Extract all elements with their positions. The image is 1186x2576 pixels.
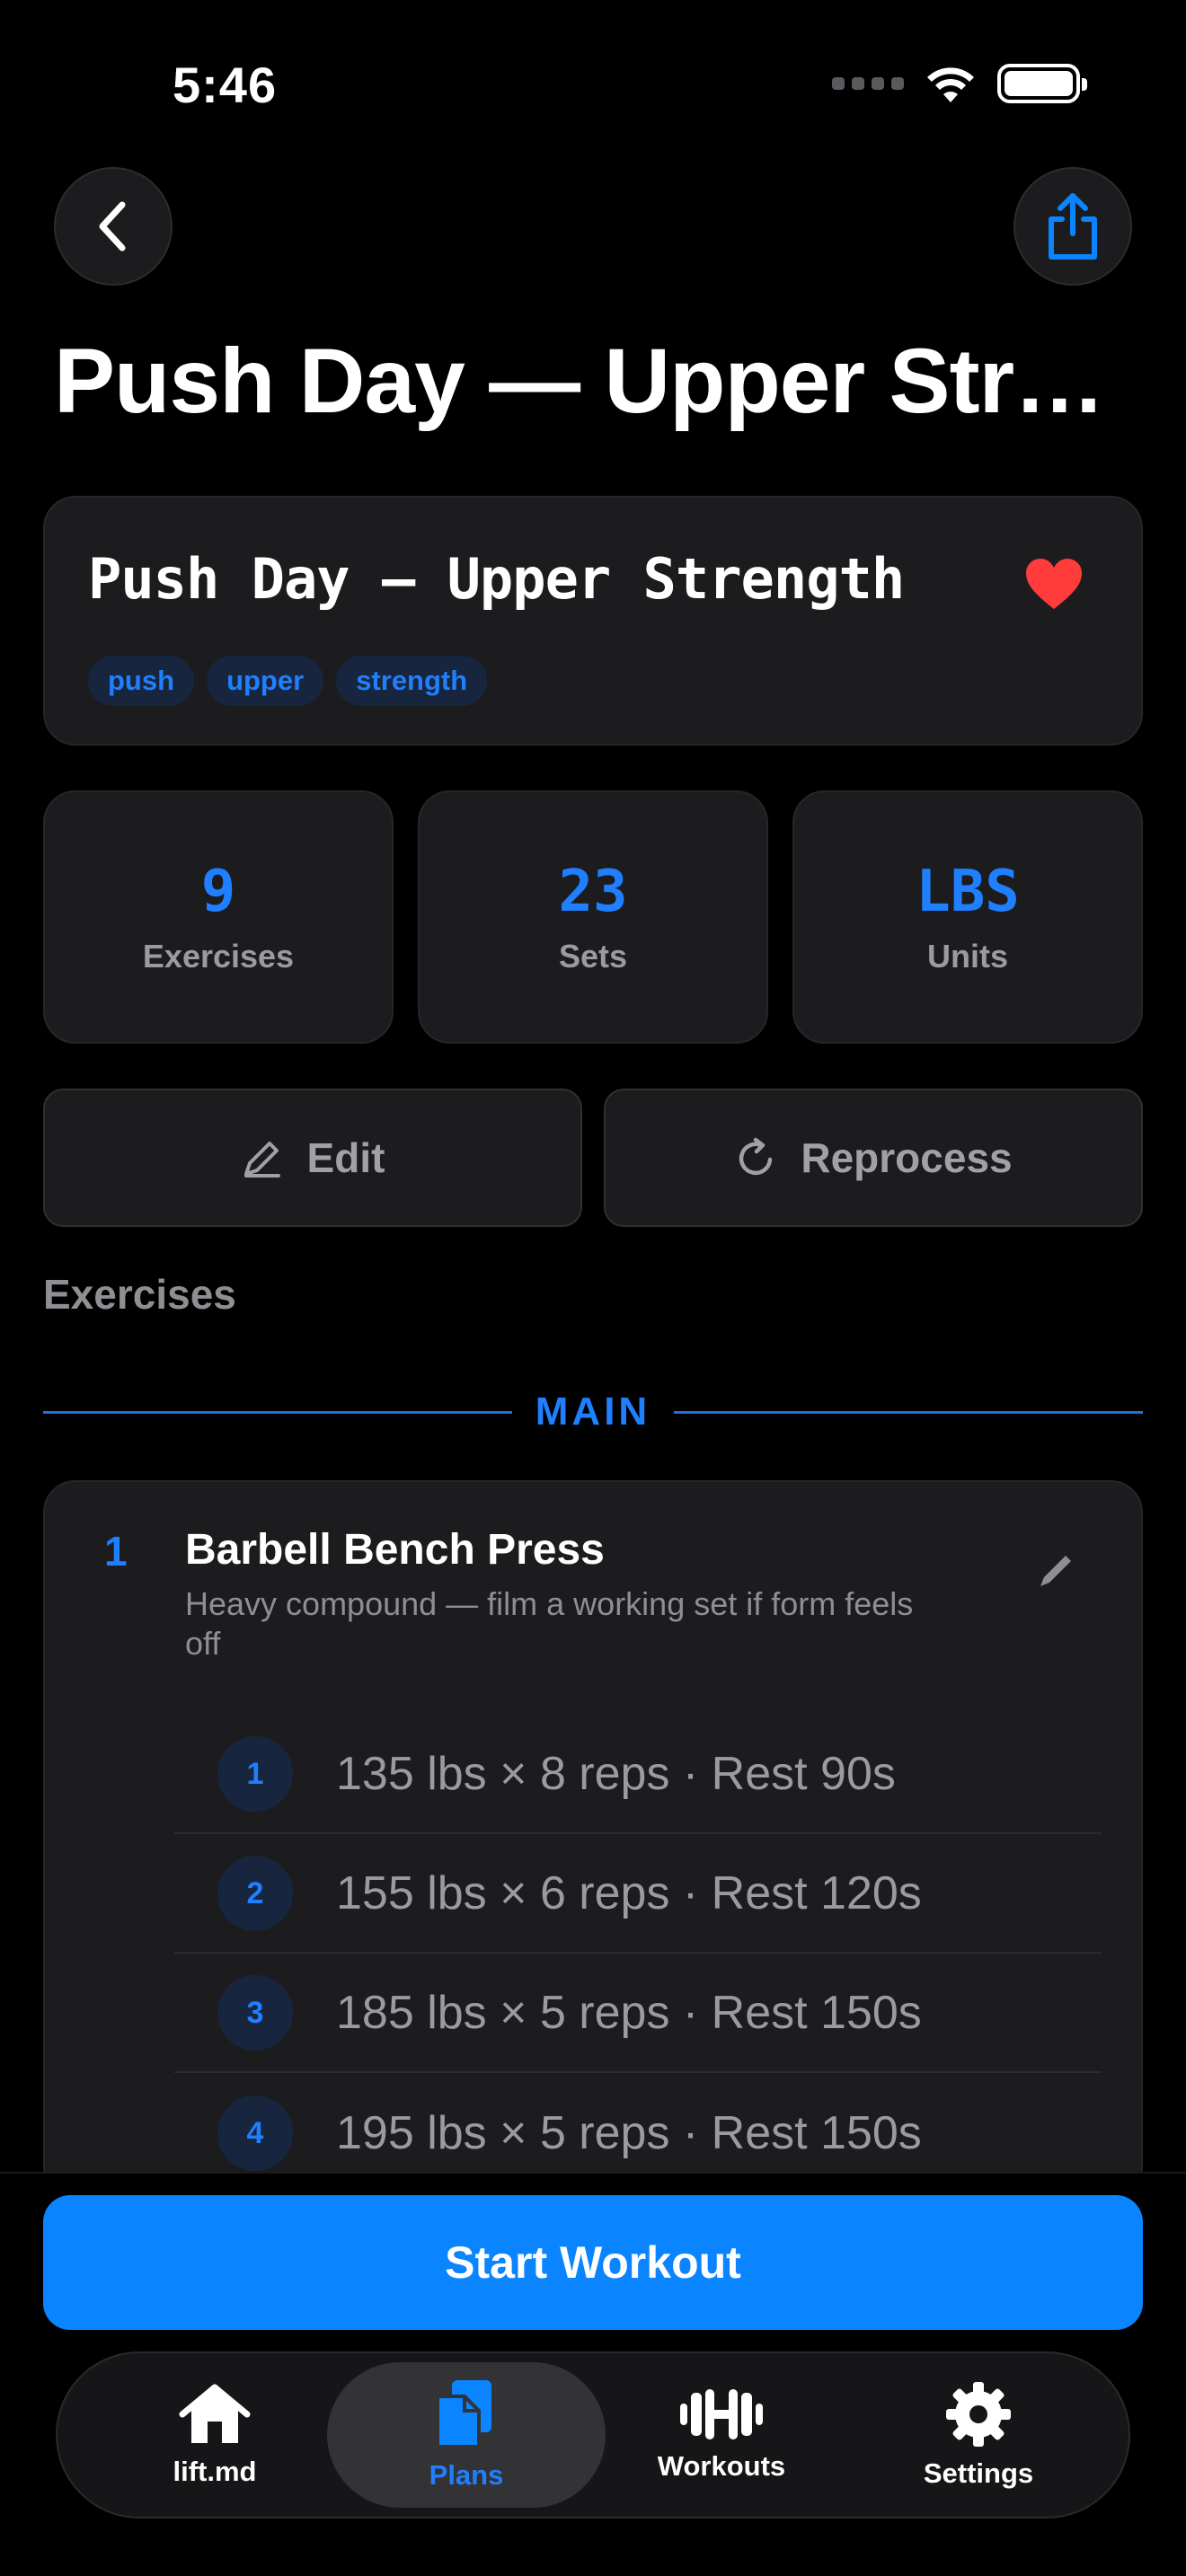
set-details: 195 lbs × 5 reps · Rest 150s bbox=[336, 2107, 922, 2159]
exercise-name: Barbell Bench Press bbox=[185, 1526, 605, 1574]
tab-plans[interactable]: Plans bbox=[327, 2362, 606, 2508]
tab-label: Settings bbox=[923, 2457, 1034, 2489]
divider-line bbox=[43, 1410, 512, 1414]
tab-label: Plans bbox=[429, 2459, 504, 2491]
set-number: 2 bbox=[217, 1856, 293, 1931]
tab-label: Workouts bbox=[657, 2450, 786, 2482]
edit-button-label: Edit bbox=[306, 1134, 385, 1181]
back-button[interactable] bbox=[54, 167, 173, 286]
plan-detail-screen: 5:46 Push Day — Upper Stren... Push Day … bbox=[0, 0, 1186, 2576]
stat-value: 23 bbox=[558, 859, 628, 925]
dumbbell-icon bbox=[680, 2389, 763, 2439]
start-workout-button[interactable]: Start Workout bbox=[43, 2195, 1143, 2330]
tab-home[interactable]: lift.md bbox=[75, 2362, 354, 2508]
set-row: 3 185 lbs × 5 reps · Rest 150s bbox=[174, 1954, 1102, 2073]
divider-line bbox=[674, 1410, 1143, 1414]
reprocess-button-label: Reprocess bbox=[801, 1134, 1013, 1181]
set-row: 2 155 lbs × 6 reps · Rest 120s bbox=[174, 1835, 1102, 1954]
tag-chip[interactable]: strength bbox=[336, 656, 488, 706]
start-workout-label: Start Workout bbox=[445, 2237, 741, 2288]
exercise-note: Heavy compound — film a working set if f… bbox=[185, 1585, 914, 1662]
edit-button[interactable]: Edit bbox=[43, 1089, 582, 1227]
stat-exercises: 9 Exercises bbox=[43, 790, 394, 1044]
documents-icon bbox=[436, 2380, 491, 2448]
plan-header-card: Push Day — Upper Strength push upper str… bbox=[43, 496, 1143, 745]
stat-value: LBS bbox=[916, 859, 1020, 925]
set-number: 3 bbox=[217, 1975, 293, 2051]
set-details: 185 lbs × 5 reps · Rest 150s bbox=[336, 1987, 922, 2039]
exercise-card[interactable]: 1 Barbell Bench Press Heavy compound — f… bbox=[43, 1480, 1143, 2199]
stat-label: Units bbox=[927, 938, 1008, 975]
set-number: 4 bbox=[217, 2095, 293, 2171]
chevron-left-icon bbox=[99, 201, 126, 251]
set-details: 135 lbs × 8 reps · Rest 90s bbox=[336, 1748, 896, 1800]
exercises-section-title: Exercises bbox=[43, 1271, 236, 1318]
tab-bar: lift.md Plans Workouts Settings bbox=[56, 2351, 1130, 2519]
pencil-icon[interactable] bbox=[1037, 1550, 1076, 1590]
pencil-icon bbox=[243, 1142, 280, 1178]
set-number: 1 bbox=[217, 1736, 293, 1812]
tab-workouts[interactable]: Workouts bbox=[582, 2362, 861, 2508]
group-label: MAIN bbox=[535, 1389, 651, 1434]
tab-label: lift.md bbox=[173, 2456, 257, 2487]
plan-name: Push Day — Upper Strength bbox=[88, 546, 905, 612]
refresh-icon bbox=[739, 1137, 773, 1176]
share-button[interactable] bbox=[1013, 167, 1132, 286]
tag-chip[interactable]: push bbox=[88, 656, 195, 706]
reprocess-button[interactable]: Reprocess bbox=[604, 1089, 1143, 1227]
house-icon bbox=[179, 2384, 251, 2443]
wifi-icon bbox=[927, 67, 974, 102]
cellular-signal-icon bbox=[832, 77, 904, 90]
status-icons bbox=[832, 63, 1087, 104]
battery-icon bbox=[997, 64, 1087, 103]
status-time: 5:46 bbox=[173, 57, 278, 113]
gear-icon bbox=[946, 2382, 1011, 2447]
share-icon bbox=[1049, 193, 1097, 260]
page-title: Push Day — Upper Stren... bbox=[54, 330, 1132, 432]
tag-list: push upper strength bbox=[88, 656, 488, 706]
stat-value: 9 bbox=[200, 859, 236, 925]
stat-units: LBS Units bbox=[792, 790, 1143, 1044]
stat-label: Sets bbox=[558, 938, 628, 975]
tab-settings[interactable]: Settings bbox=[839, 2362, 1118, 2508]
stat-label: Exercises bbox=[142, 938, 295, 975]
heart-icon[interactable] bbox=[1024, 557, 1084, 611]
tag-chip[interactable]: upper bbox=[207, 656, 324, 706]
group-divider: MAIN bbox=[43, 1389, 1143, 1434]
set-row: 1 135 lbs × 8 reps · Rest 90s bbox=[174, 1716, 1102, 1834]
stat-sets: 23 Sets bbox=[418, 790, 768, 1044]
exercise-number: 1 bbox=[104, 1528, 128, 1575]
set-details: 155 lbs × 6 reps · Rest 120s bbox=[336, 1867, 922, 1919]
